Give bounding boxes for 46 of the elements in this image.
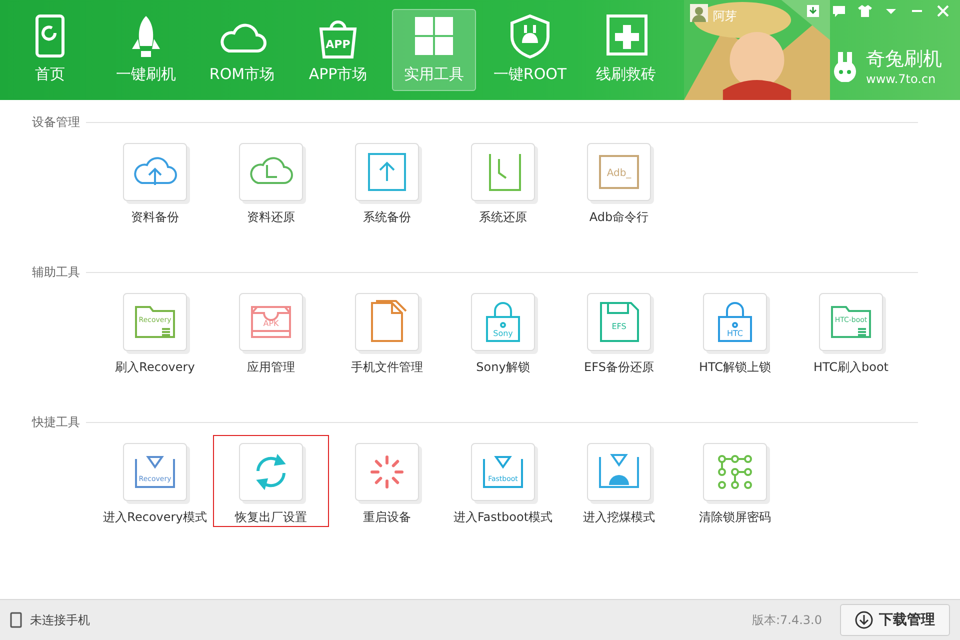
tool-label: 清除锁屏密码 — [699, 509, 771, 526]
tool-label: 进入Recovery模式 — [103, 509, 207, 526]
tool-label: HTC刷入boot — [813, 359, 889, 376]
tool-label: 资料还原 — [247, 209, 295, 226]
tool-label: 系统备份 — [363, 209, 411, 226]
tool-label: 进入挖煤模式 — [583, 509, 655, 526]
tool-item[interactable]: Adb_ Adb命令行 — [561, 135, 677, 227]
tool-label: HTC解锁上锁 — [698, 359, 772, 376]
download-icon — [855, 611, 873, 629]
tool-item[interactable]: 资料还原 — [213, 135, 329, 227]
tool-label: Adb命令行 — [589, 209, 649, 226]
tool-item[interactable]: Sony Sony解锁 — [445, 285, 561, 377]
download-manager-button[interactable]: 下载管理 — [840, 604, 950, 636]
tool-item[interactable]: 系统备份 — [329, 135, 445, 227]
phone-icon — [10, 612, 22, 628]
section-title: 快捷工具 — [32, 414, 80, 431]
tool-item[interactable]: 恢复出厂设置 — [213, 435, 329, 527]
tool-item[interactable]: 清除锁屏密码 — [677, 435, 793, 527]
close-icon[interactable] — [936, 4, 950, 18]
version-text: 版本:7.4.3.0 — [752, 612, 822, 628]
shirt-icon[interactable] — [858, 4, 872, 18]
tool-item[interactable]: 手机文件管理 — [329, 285, 445, 377]
tool-label: 手机文件管理 — [351, 359, 423, 376]
chat-icon[interactable] — [832, 4, 846, 18]
tool-item[interactable]: 资料备份 — [97, 135, 213, 227]
tool-item[interactable]: 进入挖煤模式 — [561, 435, 677, 527]
tool-label: EFS备份还原 — [584, 359, 654, 376]
tool-label: 系统还原 — [479, 209, 527, 226]
brand-url: www.7to.cn — [866, 72, 937, 86]
tool-label: 资料备份 — [131, 209, 179, 226]
tool-label: 进入Fastboot模式 — [453, 509, 553, 526]
tool-item[interactable]: 重启设备 — [329, 435, 445, 527]
tool-label: 刷入Recovery — [115, 359, 195, 376]
connection-status: 未连接手机 — [30, 612, 90, 628]
tool-label: Sony解锁 — [476, 359, 530, 376]
tool-label: 重启设备 — [363, 509, 411, 526]
section-title: 设备管理 — [32, 114, 80, 131]
tool-label: 应用管理 — [247, 359, 295, 376]
tool-label: 恢复出厂设置 — [235, 509, 307, 526]
tool-item[interactable]: EFS EFS备份还原 — [561, 285, 677, 377]
section-title: 辅助工具 — [32, 264, 80, 281]
tool-item[interactable]: 系统还原 — [445, 135, 561, 227]
download-icon[interactable] — [806, 4, 820, 18]
tool-item[interactable]: HTC HTC解锁上锁 — [677, 285, 793, 377]
brand-name: 奇兔刷机 — [866, 47, 942, 72]
avatar-icon[interactable] — [690, 4, 708, 22]
